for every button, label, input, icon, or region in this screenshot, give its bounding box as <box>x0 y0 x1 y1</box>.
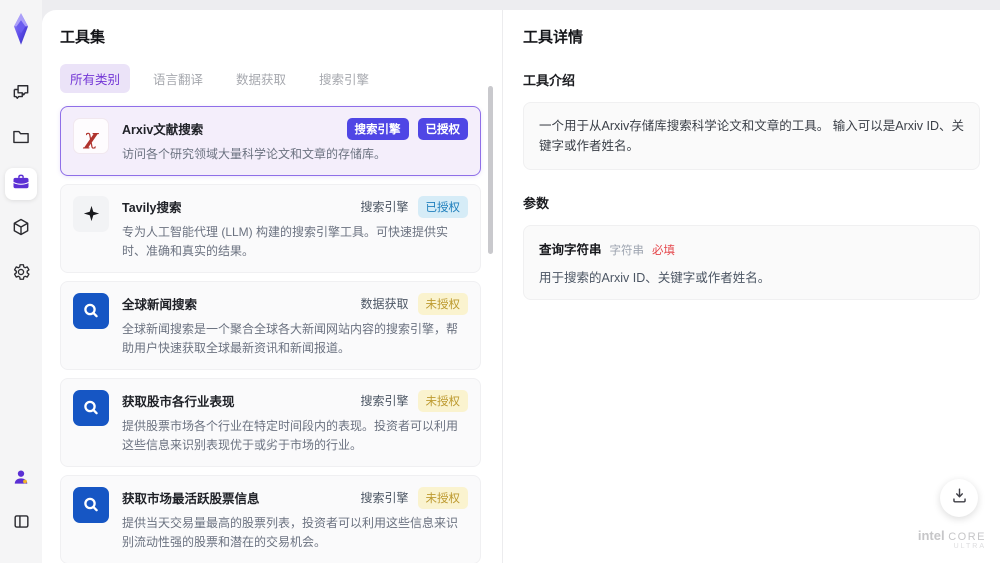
category-tabs: 所有类别 语言翻译 数据获取 搜索引擎 <box>60 64 502 93</box>
sidebar-item-files[interactable] <box>5 123 37 155</box>
stock-search-icon <box>73 486 109 523</box>
tool-card-most-active-stocks[interactable]: 获取市场最活跃股票信息 搜索引擎 未授权 提供当天交易量最高的股票列表，投资者可… <box>60 474 481 563</box>
status-badge: 已授权 <box>417 195 468 218</box>
status-badge: 未授权 <box>417 486 468 509</box>
sidebar-item-tools[interactable] <box>5 168 37 200</box>
sidebar-item-chat[interactable] <box>5 78 37 110</box>
detail-title: 工具详情 <box>523 29 584 46</box>
tool-card-global-news[interactable]: 全球新闻搜索 数据获取 未授权 全球新闻搜索是一个聚合全球各大新闻网站内容的搜索… <box>60 280 481 370</box>
main-container: 工具集 所有类别 语言翻译 数据获取 搜索引擎 χ Arxiv文献搜索 搜索引擎… <box>42 10 1000 563</box>
tab-translation[interactable]: 语言翻译 <box>143 64 213 93</box>
tool-description: 专为人工智能代理 (LLM) 构建的搜索引擎工具。可快速提供实时、准确和真实的结… <box>122 224 449 258</box>
tab-search-engine[interactable]: 搜索引擎 <box>309 64 379 93</box>
folder-icon <box>11 127 31 152</box>
category-label: 搜索引擎 <box>360 491 409 506</box>
page-title: 工具集 <box>60 29 106 46</box>
category-label: 数据获取 <box>360 297 409 312</box>
status-badge: 未授权 <box>417 292 468 315</box>
briefcase-icon <box>11 172 31 197</box>
cube-icon <box>11 217 31 242</box>
tool-description: 访问各个研究领域大量科学论文和文章的存储库。 <box>122 147 387 161</box>
status-badge: 已授权 <box>417 118 468 140</box>
scrollbar[interactable] <box>488 86 493 254</box>
tool-card-arxiv[interactable]: χ Arxiv文献搜索 搜索引擎 已授权 访问各个研究领域大量科学论文和文章的存… <box>60 106 481 176</box>
category-badge: 搜索引擎 <box>346 118 409 140</box>
tool-name: 获取股市各行业表现 <box>122 394 235 409</box>
tool-description: 提供股票市场各个行业在特定时间段内的表现。投资者可以利用这些信息来识别表现优于或… <box>122 418 459 452</box>
param-card: 查询字符串 字符串 必填 用于搜索的Arxiv ID、关键字或作者姓名。 <box>523 225 980 300</box>
tool-card-sector-performance[interactable]: 获取股市各行业表现 搜索引擎 未授权 提供股票市场各个行业在特定时间段内的表现。… <box>60 377 481 467</box>
tool-name: Arxiv文献搜索 <box>122 123 204 137</box>
intro-heading: 工具介绍 <box>523 73 576 88</box>
arxiv-icon: χ <box>73 118 109 154</box>
sidebar-item-settings[interactable] <box>5 258 37 290</box>
panel-toggle-icon <box>12 512 31 536</box>
gear-icon <box>11 262 31 287</box>
sidebar-item-account[interactable] <box>5 463 37 495</box>
param-type: 字符串 <box>609 245 645 257</box>
news-search-icon <box>73 292 109 329</box>
category-label: 搜索引擎 <box>360 200 409 215</box>
tool-list-panel: 工具集 所有类别 语言翻译 数据获取 搜索引擎 χ Arxiv文献搜索 搜索引擎… <box>42 10 502 563</box>
intel-core-logo: intel CORE ULTRA <box>917 528 986 551</box>
intro-text: 一个用于从Arxiv存储库搜索科学论文和文章的工具。 输入可以是Arxiv ID… <box>523 102 980 170</box>
tool-name: 获取市场最活跃股票信息 <box>122 491 260 506</box>
param-required-badge: 必填 <box>652 245 676 257</box>
params-heading: 参数 <box>523 196 550 211</box>
param-name: 查询字符串 <box>539 243 602 257</box>
tool-name: Tavily搜索 <box>122 200 182 215</box>
user-icon <box>11 467 31 492</box>
app-sidebar <box>0 0 42 563</box>
tool-description: 提供当天交易量最高的股票列表，投资者可以利用这些信息来识别流动性强的股票和潜在的… <box>122 515 459 549</box>
chat-icon <box>11 82 31 107</box>
stock-search-icon <box>73 389 109 426</box>
tool-card-tavily[interactable]: Tavily搜索 搜索引擎 已授权 专为人工智能代理 (LLM) 构建的搜索引擎… <box>60 183 481 273</box>
param-description: 用于搜索的Arxiv ID、关键字或作者姓名。 <box>539 271 771 285</box>
tool-description: 全球新闻搜索是一个聚合全球各大新闻网站内容的搜索引擎，帮助用户快速获取全球最新资… <box>122 321 459 355</box>
download-button[interactable] <box>940 479 978 517</box>
tool-list: χ Arxiv文献搜索 搜索引擎 已授权 访问各个研究领域大量科学论文和文章的存… <box>60 106 481 563</box>
tool-detail-panel: 工具详情 工具介绍 一个用于从Arxiv存储库搜索科学论文和文章的工具。 输入可… <box>503 10 1000 563</box>
collapse-sidebar-button[interactable] <box>5 508 37 540</box>
sidebar-item-plugins[interactable] <box>5 213 37 245</box>
tab-all-categories[interactable]: 所有类别 <box>60 64 131 93</box>
category-label: 搜索引擎 <box>360 394 409 409</box>
status-badge: 未授权 <box>417 389 468 412</box>
tool-name: 全球新闻搜索 <box>122 297 198 312</box>
tab-data-acquisition[interactable]: 数据获取 <box>226 64 296 93</box>
download-icon <box>950 486 969 510</box>
app-logo-icon <box>7 12 35 46</box>
tavily-star-icon <box>73 195 109 232</box>
